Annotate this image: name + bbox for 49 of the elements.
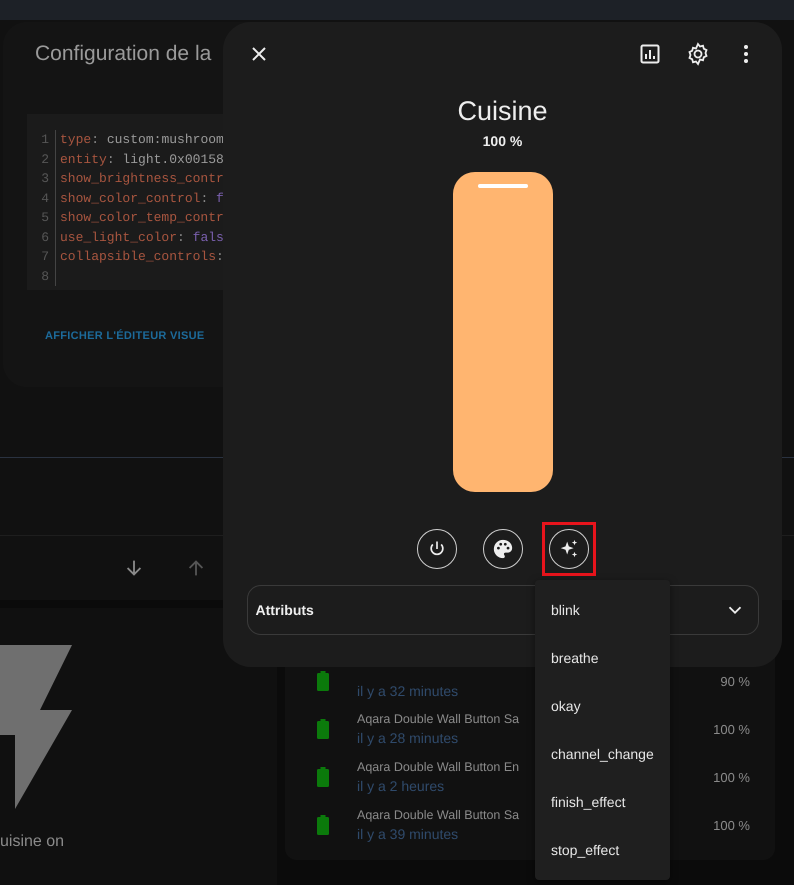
line-number: 5 — [27, 208, 56, 228]
line-number: 3 — [27, 169, 56, 188]
battery-icon — [317, 815, 329, 835]
last-seen-time: il y a 32 minutes — [357, 683, 458, 699]
menu-item[interactable]: breathe — [535, 634, 670, 682]
settings-icon[interactable] — [686, 42, 710, 66]
menu-item[interactable]: blink — [535, 586, 670, 634]
code-text: entity: light.0x00158 — [59, 152, 224, 167]
device-name: Aqara Double Wall Button En — [357, 760, 520, 774]
lightning-icon — [0, 645, 72, 809]
device-name: Aqara Double Wall Button Sa — [357, 808, 520, 822]
line-number: 8 — [27, 266, 56, 286]
line-number: 7 — [27, 247, 56, 266]
code-text: show_color_temp_contr — [59, 210, 224, 226]
code-text: show_brightness_contr — [59, 171, 224, 186]
battery-percent: 90 % — [720, 674, 750, 688]
last-seen-time: il y a 2 heures — [357, 778, 444, 794]
battery-percent: 100 % — [713, 722, 750, 736]
code-text: type: custom:mushroom — [59, 132, 224, 148]
brightness-slider[interactable] — [452, 172, 552, 492]
battery-percent: 100 % — [713, 770, 750, 784]
chart-icon[interactable] — [638, 42, 662, 66]
last-seen-time: il y a 39 minutes — [357, 826, 458, 842]
code-text: show_color_control: f — [59, 190, 224, 206]
effect-button[interactable] — [548, 529, 588, 569]
dialog-title: Configuration de la — [35, 42, 212, 66]
last-seen-time: il y a 28 minutes — [357, 730, 458, 746]
battery-percent: 100 % — [713, 818, 750, 832]
line-number: 2 — [27, 150, 56, 169]
battery-icon — [317, 767, 329, 787]
automation-name: uisine on — [0, 833, 64, 851]
line-number: 6 — [27, 228, 56, 247]
code-text: use_light_color: fals — [59, 230, 224, 245]
line-number: 1 — [27, 130, 56, 150]
battery-icon — [317, 719, 329, 739]
menu-item[interactable]: channel_change — [535, 730, 670, 778]
menu-item[interactable]: stop_effect — [535, 826, 670, 874]
power-button[interactable] — [416, 529, 456, 569]
line-number: 4 — [27, 188, 56, 208]
color-button[interactable] — [482, 529, 522, 569]
palette-icon — [492, 538, 514, 560]
entity-title: Cuisine — [457, 96, 548, 127]
device-name: Aqara Double Wall Button Sa — [357, 712, 520, 726]
brightness-value: 100 % — [482, 133, 522, 149]
slider-handle[interactable] — [478, 184, 528, 188]
code-text: collapsible_controls: — [59, 249, 224, 264]
battery-icon — [317, 671, 329, 691]
menu-item[interactable]: finish_effect — [535, 778, 670, 826]
menu-item[interactable]: okay — [535, 682, 670, 730]
